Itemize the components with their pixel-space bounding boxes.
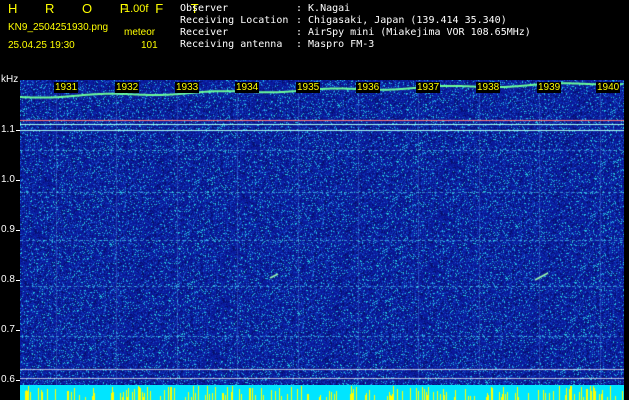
y-axis-unit: kHz: [1, 74, 19, 85]
info-key-receiver: Receiver: [180, 27, 229, 38]
spectrogram-canvas: [20, 80, 624, 385]
hour-label: 1934: [235, 82, 260, 93]
hour-label: 1932: [115, 82, 140, 93]
hour-label: 1939: [537, 82, 562, 93]
y-tick-label: 0.9: [1, 224, 15, 235]
hour-label: 1935: [296, 82, 321, 93]
hour-label: 1937: [416, 82, 441, 93]
info-key-location: Receiving Location: [180, 15, 289, 26]
hour-label: 1931: [54, 82, 79, 93]
datetime-label: 25.04.25 19:30: [8, 40, 75, 51]
filename-label: KN9_2504251930.png: [8, 22, 109, 33]
y-tick-label: 0.6: [1, 374, 15, 385]
info-value-observer: : K.Nagai: [296, 3, 351, 14]
signal-level-canvas: [20, 385, 624, 400]
app-version: 1.00f: [124, 3, 149, 15]
y-tick-label: 0.7: [1, 324, 15, 335]
hour-label: 1940: [596, 82, 621, 93]
info-value-receiver: : AirSpy mini (Miakejima VOR 108.65MHz): [296, 27, 531, 38]
y-tick-label: 1.1: [1, 124, 15, 135]
y-tick-label: 0.8: [1, 274, 15, 285]
mode-label: meteor: [124, 27, 156, 38]
info-value-location: : Chigasaki, Japan (139.414 35.340): [296, 15, 507, 26]
info-key-antenna: Receiving antenna: [180, 39, 283, 50]
info-value-antenna: : Maspro FM-3: [296, 39, 375, 50]
info-key-observer: Observer: [180, 3, 229, 14]
hour-label: 1933: [175, 82, 200, 93]
hour-label: 1936: [356, 82, 381, 93]
signal-level-strip: [20, 385, 624, 400]
spectrogram-plot: [20, 80, 624, 385]
count-label: 101: [141, 40, 158, 51]
y-tick-label: 1.0: [1, 174, 15, 185]
hour-label: 1938: [476, 82, 501, 93]
